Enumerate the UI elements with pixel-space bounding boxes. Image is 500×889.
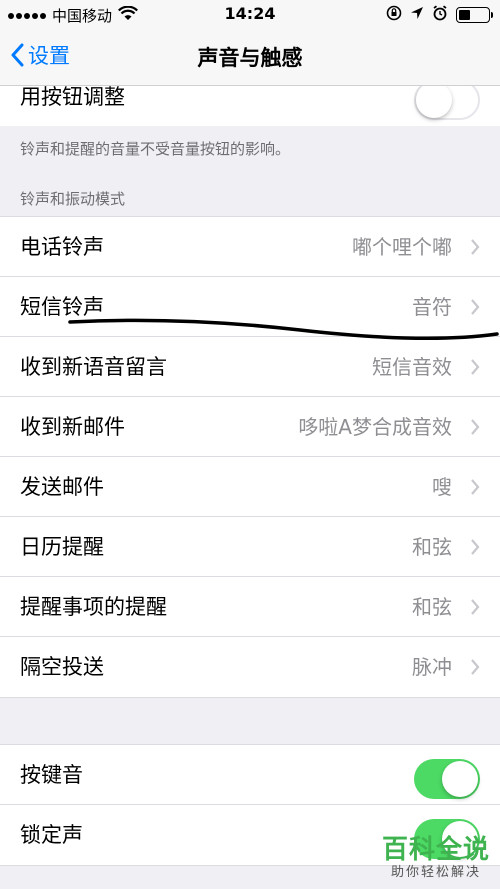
- keyboard-clicks-toggle[interactable]: [414, 759, 480, 799]
- sounds-group: 电话铃声 嘟个哩个嘟 短信铃声 音符 收到新语音留言 短信音效 收到新邮件 哆啦…: [0, 216, 500, 698]
- navigation-bar: 设置 声音与触感: [0, 28, 500, 86]
- keyboard-clicks-row[interactable]: 按键音: [0, 745, 500, 805]
- row-label: 提醒事项的提醒: [20, 595, 167, 619]
- row-label: 用按钮调整: [20, 86, 125, 109]
- row-label: 短信铃声: [20, 295, 104, 319]
- watermark-sub: 助你轻松解决: [390, 865, 481, 880]
- section-header: 铃声和振动模式: [20, 190, 126, 208]
- row-value: 嗖: [432, 475, 452, 499]
- row-value: 和弦: [412, 595, 452, 619]
- watermark-main: 百科全说: [381, 835, 490, 865]
- row-value: 和弦: [412, 535, 452, 559]
- sound-row-reminder-alerts[interactable]: 提醒事项的提醒 和弦: [0, 577, 500, 637]
- row-label: 锁定声: [20, 823, 83, 847]
- rotation-lock-icon: [386, 5, 402, 25]
- chevron-right-icon: [471, 599, 480, 615]
- change-with-buttons-row[interactable]: 用按钮调整: [0, 86, 500, 126]
- row-value: 短信音效: [372, 355, 452, 379]
- chevron-right-icon: [471, 359, 480, 375]
- chevron-right-icon: [471, 479, 480, 495]
- sound-row-new-mail[interactable]: 收到新邮件 哆啦A梦合成音效: [0, 397, 500, 457]
- chevron-right-icon: [471, 659, 480, 675]
- status-bar: 中国移动 14:24: [0, 0, 500, 28]
- alarm-icon: [432, 5, 448, 25]
- row-label: 电话铃声: [20, 235, 104, 259]
- row-value: 音符: [412, 295, 452, 319]
- battery-icon: [456, 7, 493, 23]
- location-icon: [410, 6, 424, 24]
- sound-row-sent-mail[interactable]: 发送邮件 嗖: [0, 457, 500, 517]
- chevron-right-icon: [471, 299, 480, 315]
- sound-row-text-tone[interactable]: 短信铃声 音符: [0, 277, 500, 337]
- sound-row-ringtone[interactable]: 电话铃声 嘟个哩个嘟: [0, 217, 500, 277]
- row-label: 按键音: [20, 763, 83, 787]
- row-label: 隔空投送: [20, 655, 104, 679]
- row-label: 日历提醒: [20, 535, 104, 559]
- sound-row-calendar-alerts[interactable]: 日历提醒 和弦: [0, 517, 500, 577]
- row-label: 收到新语音留言: [20, 355, 167, 379]
- watermark-logo: 百科全说 助你轻松解决: [382, 835, 490, 881]
- chevron-right-icon: [471, 419, 480, 435]
- change-with-buttons-toggle[interactable]: [414, 86, 480, 120]
- volume-footer-note: 铃声和提醒的音量不受音量按钮的影响。: [20, 140, 291, 158]
- volume-buttons-group: 用按钮调整: [0, 86, 500, 126]
- row-label: 发送邮件: [20, 475, 104, 499]
- chevron-right-icon: [471, 539, 480, 555]
- row-value: 脉冲: [412, 655, 452, 679]
- status-right: [386, 5, 493, 25]
- page-title: 声音与触感: [197, 46, 303, 70]
- sound-row-airdrop[interactable]: 隔空投送 脉冲: [0, 637, 500, 697]
- row-value: 哆啦A梦合成音效: [298, 415, 452, 439]
- sound-row-new-voicemail[interactable]: 收到新语音留言 短信音效: [0, 337, 500, 397]
- row-label: 收到新邮件: [20, 415, 125, 439]
- chevron-right-icon: [471, 239, 480, 255]
- row-value: 嘟个哩个嘟: [352, 235, 452, 259]
